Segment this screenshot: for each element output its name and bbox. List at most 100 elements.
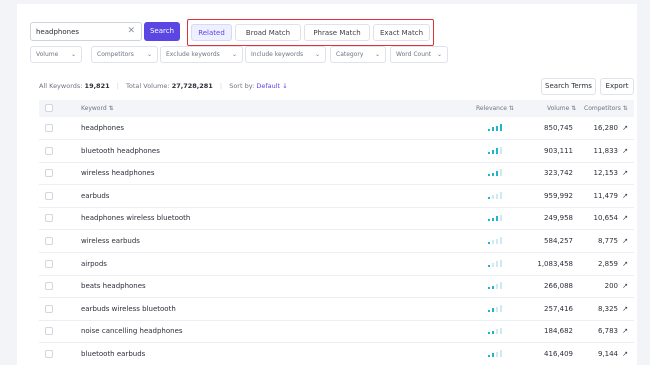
tab-phrase-match[interactable]: Phrase Match [304,24,370,41]
sort-dropdown[interactable]: Default ↓ [256,82,287,90]
sort-label: Sort by: [229,82,255,90]
filter-label: Exclude keywords [166,51,220,58]
relevance-bar [496,238,498,244]
row-checkbox[interactable] [45,169,53,178]
table-row[interactable]: airpods 1,083,458 2,859 ↗ [39,253,634,276]
relevance-bar [500,350,502,357]
chevron-down-icon: ↓ [282,82,288,90]
keyword-cell[interactable]: headphones wireless bluetooth [81,207,190,229]
select-all-checkbox[interactable] [45,104,53,112]
relevance-bar [492,330,494,335]
relevance-bars [488,169,504,177]
external-arrow-icon[interactable]: ↗ [622,253,628,275]
search-terms-button[interactable]: Search Terms [541,78,596,95]
column-relevance[interactable]: Relevance ⇅ [476,100,514,117]
keyword-cell[interactable]: earbuds [81,185,109,207]
external-arrow-icon[interactable]: ↗ [622,298,628,320]
filter-volume[interactable]: Volume ⌄ [30,46,82,63]
table-row[interactable]: earbuds wireless bluetooth 257,416 8,325 ↗ [39,298,634,321]
competitors-cell: 16,280 [593,124,619,132]
export-button[interactable]: Export [600,78,634,95]
relevance-bars [488,350,504,357]
row-checkbox[interactable] [45,214,53,223]
relevance-bar [492,172,494,177]
keyword-cell[interactable]: airpods [81,253,107,275]
relevance-bar [492,308,494,312]
row-checkbox[interactable] [45,191,53,200]
keyword-cell[interactable]: beats headphones [81,275,146,297]
keyword-cell[interactable]: noise cancelling headphones [81,320,183,342]
tab-broad-match[interactable]: Broad Match [235,24,301,41]
table-row[interactable]: earbuds 959,992 11,479 ↗ [39,185,634,208]
relevance-bar [500,146,502,154]
column-label: Keyword [81,105,107,112]
keyword-research-panel: ✕ Search Related Broad Match Phrase Matc… [17,4,637,365]
competitors-cell: 12,153 [593,169,619,178]
row-checkbox[interactable] [45,124,53,132]
row-checkbox[interactable] [45,146,53,155]
all-keywords-count: 19,821 [84,82,110,90]
row-checkbox[interactable] [45,237,53,245]
relevance-bar [496,125,498,131]
relevance-bar [488,196,490,199]
relevance-bar [496,148,498,154]
relevance-bars [488,214,504,222]
external-arrow-icon[interactable]: ↗ [622,207,628,229]
relevance-bar [488,332,490,335]
relevance-bars [488,124,504,131]
keyword-cell[interactable]: earbuds wireless bluetooth [81,298,176,320]
external-arrow-icon[interactable]: ↗ [622,117,628,139]
filter-include-keywords[interactable]: Include keywords ⌄ [245,46,326,63]
chevron-down-icon: ⌄ [146,51,152,58]
filter-competitors[interactable]: Competitors ⌄ [91,46,158,63]
relevance-bar [496,284,498,290]
filter-word-count[interactable]: Word Count ⌄ [390,46,448,63]
external-arrow-icon[interactable]: ↗ [622,162,628,184]
keyword-cell[interactable]: wireless headphones [81,162,155,184]
external-arrow-icon[interactable]: ↗ [622,140,628,162]
table-row[interactable]: headphones 850,745 16,280 ↗ [39,117,634,140]
row-checkbox[interactable] [45,282,53,291]
external-arrow-icon[interactable]: ↗ [622,343,628,365]
external-arrow-icon[interactable]: ↗ [622,275,628,297]
filter-category[interactable]: Category ⌄ [330,46,386,63]
table-row[interactable]: wireless earbuds 584,257 8,775 ↗ [39,230,634,253]
column-keyword[interactable]: Keyword ⇅ [81,100,114,117]
table-row[interactable]: beats headphones 266,088 200 ↗ [39,275,634,299]
row-checkbox[interactable] [45,350,53,358]
relevance-bars [488,146,504,154]
table-row[interactable]: bluetooth headphones 903,111 11,833 ↗ [39,140,634,163]
tab-related[interactable]: Related [191,24,232,41]
keyword-cell[interactable]: wireless earbuds [81,230,140,252]
external-arrow-icon[interactable]: ↗ [622,320,628,342]
relevance-bar [500,305,502,312]
relevance-bar [500,237,502,244]
keyword-cell[interactable]: bluetooth earbuds [81,343,145,365]
column-competitors[interactable]: Competitors ⇅ [584,100,628,117]
column-volume[interactable]: Volume ⇅ [547,100,576,117]
table-header: Keyword ⇅ Relevance ⇅ Volume ⇅ Competito… [39,100,634,117]
row-checkbox[interactable] [45,327,53,336]
volume-cell: 416,409 [544,350,573,358]
table-row[interactable]: headphones wireless bluetooth 249,958 10,6… [39,207,634,231]
table-row[interactable]: bluetooth earbuds 416,409 9,144 ↗ [39,343,634,365]
keyword-cell[interactable]: headphones [81,117,124,139]
volume-cell: 323,742 [544,169,573,178]
filter-exclude-keywords[interactable]: Exclude keywords ⌄ [160,46,243,63]
search-input[interactable] [36,23,126,40]
search-button[interactable]: Search [144,22,180,41]
table-row[interactable]: noise cancelling headphones 184,682 6,783 ↗ [39,320,634,344]
close-icon[interactable]: ✕ [127,26,135,37]
row-checkbox[interactable] [45,259,53,268]
tab-exact-match[interactable]: Exact Match [373,24,430,41]
external-arrow-icon[interactable]: ↗ [622,230,628,252]
keyword-cell[interactable]: bluetooth headphones [81,140,160,162]
search-field[interactable]: ✕ [30,22,142,41]
external-arrow-icon[interactable]: ↗ [622,185,628,207]
chevron-down-icon: ⌄ [374,51,380,58]
table-row[interactable]: wireless headphones 323,742 12,153 ↗ [39,162,634,186]
row-checkbox[interactable] [45,304,53,313]
relevance-bar [492,285,494,290]
volume-cell: 249,958 [544,214,573,223]
relevance-bar [496,171,498,177]
